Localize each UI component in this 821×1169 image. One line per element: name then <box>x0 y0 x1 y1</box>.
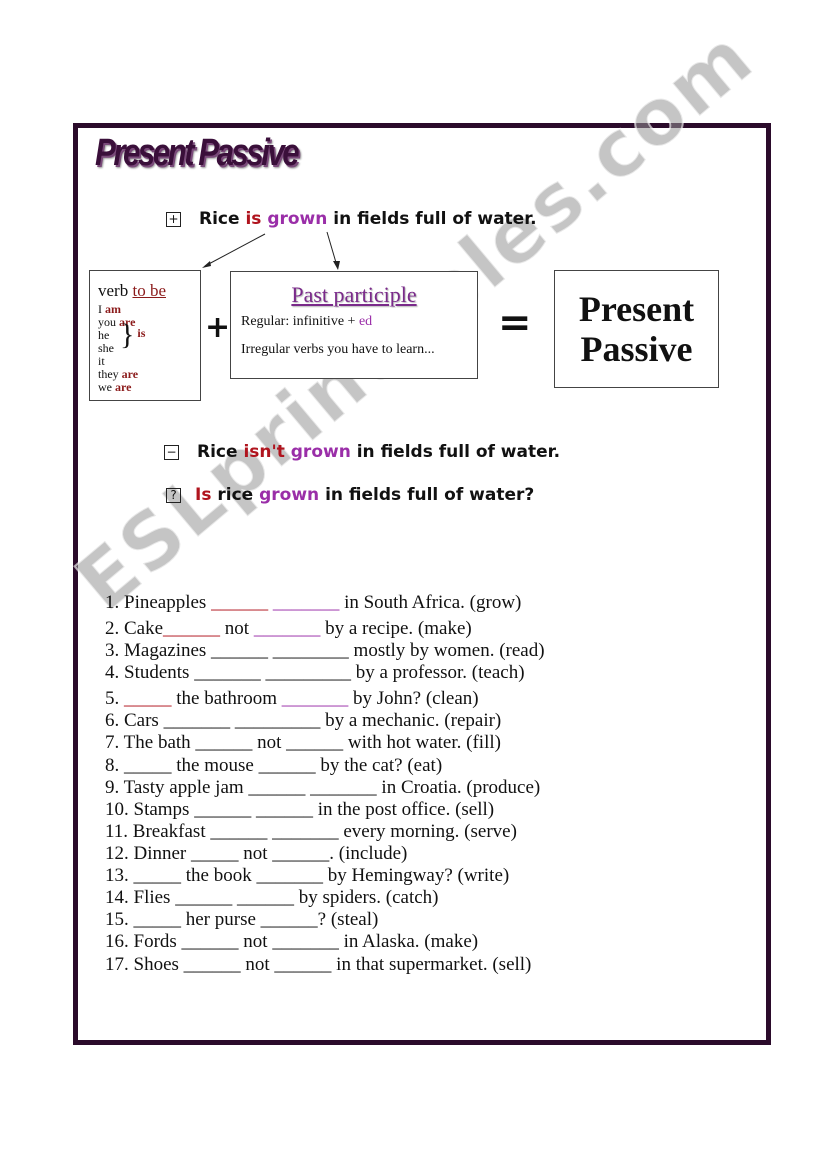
exercise-item: 2. Cake______ not _______ by a recipe. (… <box>105 618 472 640</box>
exercise-item: 12. Dinner _____ not ______. (include) <box>105 843 407 865</box>
exercise-item: 11. Breakfast ______ _______ every morni… <box>105 821 517 843</box>
sentence-text: in South Africa. (grow) <box>339 592 522 613</box>
arrow-to-verb-box <box>204 233 266 267</box>
pp-heading: Past participle <box>291 282 417 307</box>
arrow-to-pp-box <box>326 231 338 267</box>
question-sentence: ? Is rice grown in fields full of water? <box>166 485 534 505</box>
affirmative-sentence: + Rice is grown in fields full of water. <box>166 209 537 229</box>
answer-blank: _______ <box>272 592 340 613</box>
answer-blank: 14. Flies ______ ______ by spiders. (cat… <box>105 887 439 908</box>
answer-blank: 3. Magazines ______ ________ mostly by w… <box>105 640 545 661</box>
exercise-item: 14. Flies ______ ______ by spiders. (cat… <box>105 887 439 909</box>
sentence-text: not <box>220 618 254 639</box>
sentence-text: in fields full of water. <box>327 209 537 229</box>
answer-blank: 8. _____ the mouse ______ by the cat? (e… <box>105 755 443 776</box>
answer-blank: _______ <box>281 688 349 709</box>
sentence-text: grown <box>267 209 328 229</box>
answer-blank: 4. Students _______ _________ by a profe… <box>105 662 525 683</box>
verb-heading: verb <box>98 281 133 300</box>
result-line-1: Present <box>578 289 695 329</box>
sentence-text: Is <box>195 485 212 505</box>
answer-blank: 10. Stamps ______ ______ in the post off… <box>105 799 495 820</box>
sentence-text: is <box>245 209 262 229</box>
exercise-item: 3. Magazines ______ ________ mostly by w… <box>105 640 545 662</box>
conjugation-row: she <box>98 341 114 355</box>
negative-sentence: − Rice isn't grown in fields full of wate… <box>164 442 560 462</box>
answer-blank: _____ <box>124 688 172 709</box>
exercise-item: 7. The bath ______ not ______ with hot w… <box>105 732 501 754</box>
regular-rule: Regular: infinitive + <box>241 314 359 329</box>
answer-blank: 7. The bath ______ not ______ with hot w… <box>105 732 501 753</box>
to-be-heading: to be <box>132 281 166 300</box>
present-passive-box: Present Passive <box>554 270 719 388</box>
sentence-text: 5. <box>105 688 124 709</box>
irregular-rule: Irregular verbs you have to learn... <box>241 342 435 357</box>
answer-blank: 12. Dinner _____ not ______. (include) <box>105 843 408 864</box>
result-line-2: Passive <box>580 329 693 369</box>
arrows <box>202 231 340 270</box>
past-participle-box: Past participle Regular: infinitive + ed… <box>230 271 478 379</box>
exercise-item: 4. Students _______ _________ by a profe… <box>105 662 525 684</box>
conjugation-row: we are <box>98 380 132 394</box>
exercise-item: 9. Tasty apple jam ______ _______ in Cro… <box>105 777 540 799</box>
answer-blank: 9. Tasty apple jam ______ _______ in Cro… <box>105 777 541 798</box>
sentence-text: in fields full of water? <box>319 485 535 505</box>
exercise-item: 1. Pineapples ______ _______ in South Af… <box>105 592 521 614</box>
sentence-text: in fields full of water. <box>350 442 561 462</box>
conjugation-row: you are <box>98 315 136 329</box>
worksheet-page: ESLprintables.com Present Passive + Rice … <box>0 0 821 1169</box>
exercise-item: 6. Cars _______ _________ by a mechanic.… <box>105 710 501 732</box>
answer-blank: _______ <box>253 618 321 639</box>
page-title: Present Passive <box>95 132 300 174</box>
sentence-text: rice <box>211 485 260 505</box>
answer-blank: 15. _____ her purse ______? (steal) <box>105 909 379 930</box>
answer-blank: ______ <box>211 592 269 613</box>
question-box-icon: ? <box>166 488 181 503</box>
sentence-text: 2. Cake <box>105 618 164 639</box>
answer-blank: 6. Cars _______ _________ by a mechanic.… <box>105 710 502 731</box>
sentence-text: the bathroom <box>171 688 282 709</box>
exercise-item: 5. _____ the bathroom _______ by John? (… <box>105 688 479 710</box>
sentence-text: grown <box>290 442 351 462</box>
is-brace: } is <box>120 317 146 351</box>
sentence-text: by a recipe. (make) <box>320 618 472 639</box>
plus-box-icon: + <box>166 212 181 227</box>
sentence-text: grown <box>259 485 320 505</box>
answer-blank: 16. Fords ______ not _______ in Alaska. … <box>105 931 479 952</box>
exercise-item: 15. _____ her purse ______? (steal) <box>105 909 378 931</box>
answer-blank: ______ <box>163 618 221 639</box>
sentence-text: Rice <box>197 442 244 462</box>
exercise-item: 8. _____ the mouse ______ by the cat? (e… <box>105 755 442 777</box>
exercise-item: 10. Stamps ______ ______ in the post off… <box>105 799 494 821</box>
sentence-text: Rice <box>199 209 246 229</box>
exercise-item: 13. _____ the book _______ by Hemingway?… <box>105 865 509 887</box>
equals-sign: = <box>498 300 532 346</box>
sentence-text: isn't <box>243 442 285 462</box>
sentence-text: by John? (clean) <box>348 688 479 709</box>
answer-blank: 17. Shoes ______ not ______ in that supe… <box>105 954 532 975</box>
plus-sign: + <box>205 310 231 345</box>
minus-box-icon: − <box>164 445 179 460</box>
exercise-item: 17. Shoes ______ not ______ in that supe… <box>105 954 531 976</box>
exercise-item: 16. Fords ______ not _______ in Alaska. … <box>105 931 478 953</box>
sentence-text: 1. Pineapples <box>105 592 212 613</box>
ed-suffix: ed <box>358 314 373 329</box>
verb-to-be-box: verb to be I am you are he she it they are we … <box>89 270 201 401</box>
answer-blank: 11. Breakfast ______ _______ every morni… <box>105 821 517 842</box>
answer-blank: 13. _____ the book _______ by Hemingway?… <box>105 865 510 886</box>
